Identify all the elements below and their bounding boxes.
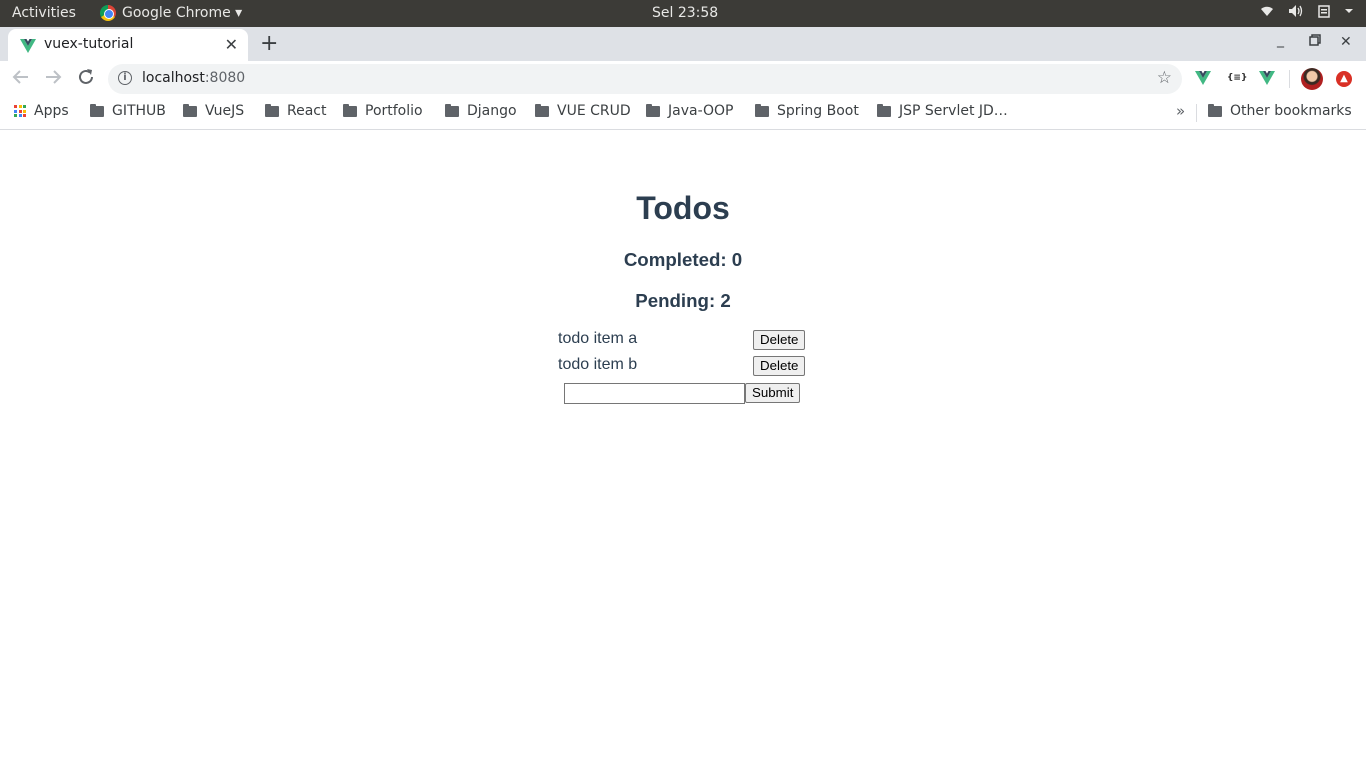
bookmarks-bar: Apps GITHUB VueJS React Portfolio Django… — [0, 97, 1366, 130]
address-bar[interactable]: i localhost:8080 ☆ — [108, 64, 1182, 94]
folder-icon — [445, 103, 459, 117]
menu-caret-icon — [1344, 4, 1354, 22]
bookmark-label: Java-OOP — [668, 103, 734, 119]
update-icon[interactable]: ▲ — [1336, 71, 1352, 87]
folder-icon — [265, 103, 279, 117]
folder-icon — [1208, 103, 1222, 117]
back-icon[interactable] — [12, 68, 30, 91]
delete-button[interactable]: Delete — [753, 330, 806, 350]
bookmark-folder-vue-crud[interactable]: VUE CRUD — [535, 103, 631, 119]
info-icon[interactable]: i — [118, 71, 132, 85]
apps-grid-icon — [14, 105, 26, 117]
bookmark-folder-java-oop[interactable]: Java-OOP — [646, 103, 734, 119]
bookmark-folder-django[interactable]: Django — [445, 103, 517, 119]
system-top-bar: Activities Google Chrome ▾ Sel 23:58 — [0, 0, 1366, 27]
bookmark-folder-spring-boot[interactable]: Spring Boot — [755, 103, 859, 119]
new-tab-icon[interactable]: + — [260, 31, 278, 56]
vue-extension-icon[interactable] — [1259, 70, 1275, 89]
tab-close-icon[interactable]: ✕ — [225, 35, 238, 54]
tab-strip: vuex-tutorial ✕ + _ ✕ — [0, 27, 1366, 61]
bookmark-folder-vuejs[interactable]: VueJS — [183, 103, 244, 119]
pending-count: Pending: 2 — [635, 290, 731, 311]
clock[interactable]: Sel 23:58 — [652, 5, 718, 21]
bookmark-label: JSP Servlet JD… — [899, 103, 1008, 119]
completed-count: Completed: 0 — [623, 249, 743, 270]
restore-icon[interactable] — [1309, 34, 1321, 50]
bookmark-label: Portfolio — [365, 103, 423, 119]
app-menu-label: Google Chrome ▾ — [122, 5, 243, 21]
volume-icon — [1288, 4, 1304, 22]
url-text: localhost:8080 — [142, 70, 246, 86]
bookmark-folder-jsp-servlet[interactable]: JSP Servlet JD… — [877, 103, 1008, 119]
bookmark-folder-other[interactable]: Other bookmarks — [1208, 103, 1352, 119]
vue-devtools-icon[interactable] — [1195, 70, 1211, 89]
browser-toolbar: i localhost:8080 ☆ {≡} ▲ — [0, 61, 1366, 97]
folder-icon — [535, 103, 549, 117]
folder-icon — [755, 103, 769, 117]
folder-icon — [343, 103, 357, 117]
bookmark-label: VUE CRUD — [557, 103, 631, 119]
profile-avatar[interactable] — [1301, 68, 1323, 90]
bookmark-label: GITHUB — [112, 103, 166, 119]
todo-item: todo item a Delete — [558, 330, 810, 352]
bookmark-label: Django — [467, 103, 517, 119]
json-viewer-icon[interactable]: {≡} — [1227, 73, 1247, 83]
bookmark-label: Apps — [34, 103, 69, 119]
bookmark-folder-github[interactable]: GITHUB — [90, 103, 166, 119]
folder-icon — [646, 103, 660, 117]
reload-icon[interactable] — [77, 68, 95, 91]
folder-icon — [877, 103, 891, 117]
todo-text: todo item a — [558, 330, 638, 347]
submit-button[interactable]: Submit — [745, 383, 801, 403]
bookmark-label: Spring Boot — [777, 103, 859, 119]
bookmark-label: VueJS — [205, 103, 245, 119]
folder-icon — [183, 103, 197, 117]
wifi-icon — [1260, 4, 1274, 22]
close-window-icon[interactable]: ✕ — [1340, 34, 1352, 50]
bookmark-apps[interactable]: Apps — [14, 103, 69, 119]
bookmark-label: React — [287, 103, 327, 119]
tab-vuex-tutorial[interactable]: vuex-tutorial ✕ — [8, 29, 248, 61]
activities-button[interactable]: Activities — [12, 5, 76, 21]
tab-title: vuex-tutorial — [44, 36, 134, 52]
minimize-icon[interactable]: _ — [1277, 32, 1284, 48]
new-todo-input[interactable] — [564, 383, 745, 404]
bookmark-star-icon[interactable]: ☆ — [1157, 68, 1172, 88]
bookmark-folder-portfolio[interactable]: Portfolio — [343, 103, 423, 119]
system-tray[interactable] — [1260, 4, 1354, 22]
toolbar-divider — [1289, 70, 1290, 88]
more-bookmarks-chevron[interactable]: » — [1176, 102, 1185, 120]
clipboard-icon — [1318, 4, 1330, 22]
vue-favicon-icon — [20, 38, 36, 57]
bookmark-folder-react[interactable]: React — [265, 103, 326, 119]
folder-icon — [90, 103, 104, 117]
todo-item: todo item b Delete — [558, 356, 810, 378]
delete-button[interactable]: Delete — [753, 356, 806, 376]
chrome-icon — [100, 5, 116, 21]
bookmark-label: Other bookmarks — [1230, 103, 1352, 119]
page-title: Todos — [636, 190, 730, 226]
todo-text: todo item b — [558, 356, 638, 373]
bookmarks-divider — [1196, 104, 1197, 122]
app-menu[interactable]: Google Chrome ▾ — [100, 5, 242, 21]
forward-icon[interactable] — [44, 68, 62, 91]
